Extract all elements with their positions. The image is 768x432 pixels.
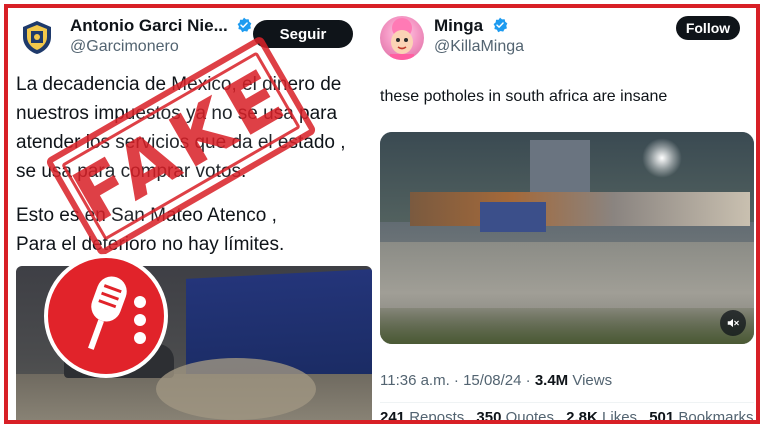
engagement-stats: 241 Reposts 350 Quotes 2.8K Likes 501 Bo… xyxy=(380,409,756,420)
quotes-stat[interactable]: 350 Quotes xyxy=(476,409,554,420)
tweet-line: Esto es en San Mateo Atenco , xyxy=(16,205,277,226)
verified-badge-icon xyxy=(238,17,252,33)
video-shops xyxy=(410,192,750,226)
tweet-timestamp[interactable]: 11:36 a.m. · 15/08/24 · xyxy=(380,372,535,389)
tweet-meta: 11:36 a.m. · 15/08/24 · 3.4M Views xyxy=(380,372,612,389)
handle[interactable]: @KillaMinga xyxy=(434,38,524,56)
divider xyxy=(380,402,754,403)
video-bus xyxy=(480,202,546,232)
bookmarks-stat[interactable]: 501 Bookmarks xyxy=(649,409,753,420)
video-streetlight xyxy=(642,138,682,178)
tweet-line: Para el deterioro no hay límites. xyxy=(16,234,285,255)
reposts-stat[interactable]: 241 Reposts xyxy=(380,409,464,420)
stat-label: Bookmarks xyxy=(678,409,754,420)
stat-count: 501 xyxy=(649,409,675,420)
video-bushes xyxy=(380,308,754,344)
verified-badge-icon xyxy=(493,17,508,33)
stat-count: 350 xyxy=(476,409,502,420)
speaker-muted-icon xyxy=(727,318,739,328)
mute-button[interactable] xyxy=(720,310,746,336)
microphone-icon xyxy=(88,276,146,350)
stat-count: 2.8K xyxy=(566,409,598,420)
display-name-text: Minga xyxy=(434,16,484,35)
display-name[interactable]: Antonio Garci Nie... xyxy=(70,16,252,36)
tweet-text: these potholes in south africa are insan… xyxy=(380,88,668,105)
display-name[interactable]: Minga xyxy=(434,16,508,36)
avatar[interactable] xyxy=(380,16,424,60)
stat-label: Likes xyxy=(602,409,638,420)
views-count: 3.4M xyxy=(534,372,569,389)
follow-button[interactable]: Follow xyxy=(676,16,740,40)
right-tweet: Minga @KillaMinga Follow these potholes … xyxy=(374,8,756,420)
display-name-text: Antonio Garci Nie... xyxy=(70,16,228,35)
screenshot-frame: Antonio Garci Nie... @Garcimonero Seguir… xyxy=(4,4,760,424)
stat-label: Reposts xyxy=(409,409,465,420)
handle[interactable]: @Garcimonero xyxy=(70,38,179,56)
video-splash xyxy=(156,358,316,420)
stat-label: Quotes xyxy=(505,409,554,420)
video-building xyxy=(530,140,590,200)
stat-count: 241 xyxy=(380,409,406,420)
cartoon-avatar-icon xyxy=(390,18,414,60)
tweet-video[interactable] xyxy=(380,132,754,344)
microphone-logo xyxy=(44,254,168,378)
university-seal-icon xyxy=(23,21,51,54)
avatar[interactable] xyxy=(18,18,56,56)
likes-stat[interactable]: 2.8K Likes xyxy=(566,409,637,420)
views-label: Views xyxy=(568,372,613,389)
follow-button[interactable]: Seguir xyxy=(253,20,353,48)
